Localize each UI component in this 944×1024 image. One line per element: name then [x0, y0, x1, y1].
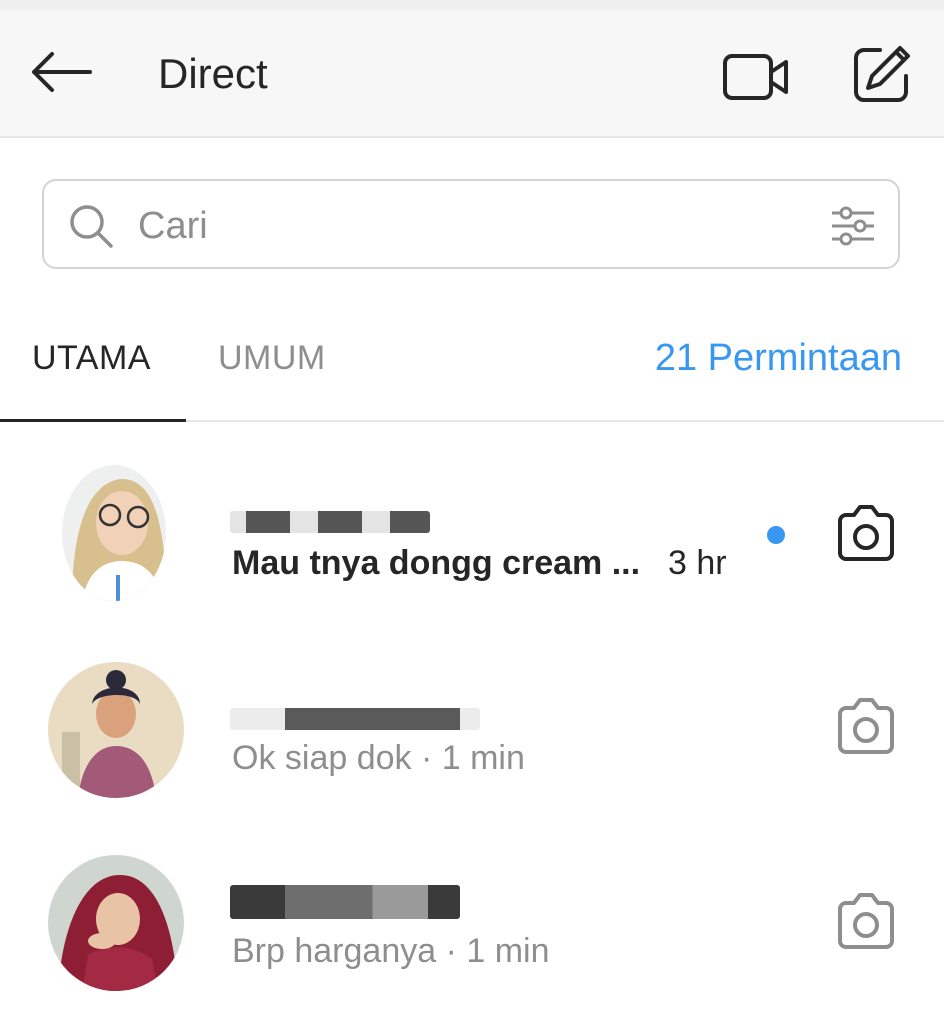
- video-call-button[interactable]: [720, 46, 792, 106]
- page-title: Direct: [158, 50, 268, 97]
- avatar: [48, 662, 184, 798]
- filter-icon[interactable]: [828, 201, 878, 251]
- new-message-button[interactable]: [850, 42, 914, 106]
- username-redacted: [230, 511, 430, 533]
- active-tab-indicator: [0, 419, 186, 422]
- message-time: 3 hr: [668, 544, 727, 582]
- compose-icon: [854, 46, 910, 102]
- inbox-tabs: UTAMA UMUM 21 Permintaan: [0, 300, 944, 422]
- username-redacted: [230, 885, 460, 919]
- avatar: [48, 855, 184, 991]
- camera-icon: [838, 893, 894, 949]
- video-camera-icon: [723, 54, 788, 100]
- search-box[interactable]: [42, 179, 900, 269]
- thread-row[interactable]: Brp harganya · 1 min: [0, 845, 944, 1005]
- avatar: [62, 465, 166, 601]
- camera-icon: [838, 698, 894, 754]
- camera-icon: [838, 505, 894, 561]
- message-preview: Ok siap dok · 1 min: [232, 739, 525, 777]
- camera-button[interactable]: [834, 698, 898, 756]
- back-button[interactable]: [26, 42, 98, 102]
- header-bar: Direct: [0, 10, 944, 138]
- message-preview: Brp harganya · 1 min: [232, 932, 550, 970]
- tab-primary[interactable]: UTAMA: [32, 338, 151, 378]
- thread-row[interactable]: Ok siap dok · 1 min: [0, 650, 944, 810]
- username-redacted: [230, 708, 480, 730]
- search-icon: [70, 205, 113, 248]
- camera-button[interactable]: [834, 505, 898, 563]
- message-requests-link[interactable]: 21 Permintaan: [655, 336, 902, 380]
- search-input[interactable]: [136, 199, 800, 253]
- message-preview: Mau tnya dongg cream ...: [232, 544, 641, 582]
- thread-row[interactable]: Mau tnya dongg cream ... 3 hr: [0, 455, 944, 615]
- camera-button[interactable]: [834, 893, 898, 951]
- tab-general[interactable]: UMUM: [218, 338, 326, 378]
- status-bar: [0, 0, 944, 10]
- unread-indicator: [767, 526, 785, 544]
- arrow-left-icon: [32, 52, 92, 92]
